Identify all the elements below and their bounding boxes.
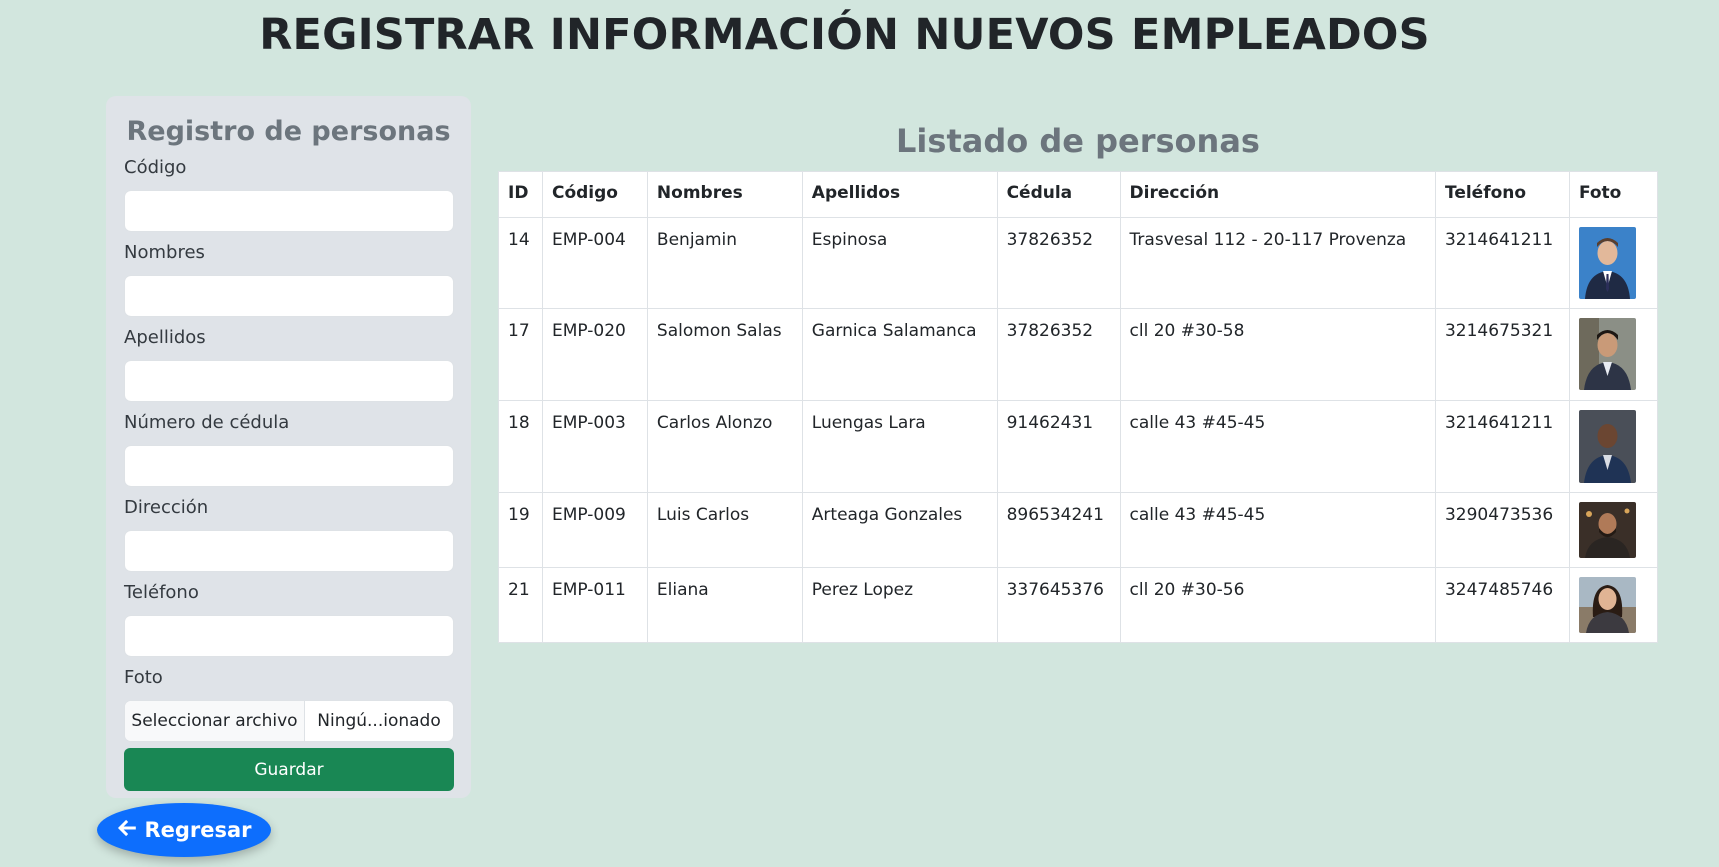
employee-photo [1578,410,1636,483]
cell-foto [1568,308,1659,401]
table-row: 14 EMP-004 Benjamin Espinosa 37826352 Tr… [498,217,1659,309]
direccion-input[interactable] [124,530,454,572]
cedula-label: Número de cédula [124,412,290,433]
form-title: Registro de personas [126,116,451,147]
cell-foto [1568,400,1659,493]
cell-nombres: Luis Carlos [646,492,803,568]
cell-telefono: 3214675321 [1434,308,1570,401]
employee-photo [1578,577,1636,633]
cell-codigo: EMP-009 [541,492,648,568]
column-header-telefono: Teléfono [1434,171,1570,218]
arrow-left-icon [116,817,138,844]
cell-apellidos: Arteaga Gonzales [801,492,998,568]
table-row: 18 EMP-003 Carlos Alonzo Luengas Lara 91… [498,400,1659,493]
cell-cedula: 896534241 [996,492,1121,568]
cedula-input[interactable] [124,445,454,487]
column-header-nombres: Nombres [646,171,803,218]
cell-apellidos: Garnica Salamanca [801,308,998,401]
save-button[interactable]: Guardar [124,748,454,791]
cell-foto [1568,492,1659,568]
cell-cedula: 37826352 [996,308,1121,401]
cell-id: 21 [498,567,543,643]
cell-direccion: cll 20 #30-56 [1119,567,1436,643]
cell-nombres: Salomon Salas [646,308,803,401]
apellidos-label: Apellidos [124,327,206,348]
cell-id: 14 [498,217,543,309]
column-header-foto: Foto [1568,171,1659,218]
registration-form: Registro de personas Código Nombres Apel… [106,96,471,798]
table-row: 19 EMP-009 Luis Carlos Arteaga Gonzales … [498,492,1659,568]
employee-photo [1578,227,1636,299]
employee-photo [1578,502,1636,558]
column-header-cedula: Cédula [996,171,1121,218]
cell-cedula: 37826352 [996,217,1121,309]
table-header-row: ID Código Nombres Apellidos Cédula Direc… [498,171,1659,218]
column-header-direccion: Dirección [1119,171,1436,218]
cell-codigo: EMP-020 [541,308,648,401]
column-header-codigo: Código [541,171,648,218]
cell-cedula: 91462431 [996,400,1121,493]
cell-telefono: 3214641211 [1434,217,1570,309]
cell-apellidos: Luengas Lara [801,400,998,493]
file-status: Ningú...ionado [317,711,441,731]
column-header-id: ID [498,171,543,218]
cell-nombres: Eliana [646,567,803,643]
cell-nombres: Benjamin [646,217,803,309]
page-title: REGISTRAR INFORMACIÓN NUEVOS EMPLEADOS [259,10,1430,60]
employee-photo [1578,318,1636,390]
nombres-input[interactable] [124,275,454,317]
cell-nombres: Carlos Alonzo [646,400,803,493]
cell-cedula: 337645376 [996,567,1121,643]
cell-codigo: EMP-003 [541,400,648,493]
cell-telefono: 3290473536 [1434,492,1570,568]
telefono-input[interactable] [124,615,454,657]
table-row: 21 EMP-011 Eliana Perez Lopez 337645376 … [498,567,1659,643]
nombres-label: Nombres [124,242,205,263]
cell-foto [1568,217,1659,309]
cell-foto [1568,567,1659,643]
back-button-label: Regresar [144,818,252,842]
cell-telefono: 3214641211 [1434,400,1570,493]
column-header-apellidos: Apellidos [801,171,998,218]
photo-file-input[interactable]: Seleccionar archivo Ningú...ionado [124,700,454,742]
cell-telefono: 3247485746 [1434,567,1570,643]
direccion-label: Dirección [124,497,209,518]
telefono-label: Teléfono [124,582,199,603]
cell-codigo: EMP-004 [541,217,648,309]
back-button[interactable]: Regresar [97,803,271,857]
foto-label: Foto [124,667,163,688]
list-title: Listado de personas [896,122,1260,160]
cell-direccion: calle 43 #45-45 [1119,400,1436,493]
cell-id: 19 [498,492,543,568]
cell-apellidos: Espinosa [801,217,998,309]
cell-direccion: calle 43 #45-45 [1119,492,1436,568]
codigo-label: Código [124,157,187,178]
select-file-button[interactable]: Seleccionar archivo [125,701,305,741]
table-row: 17 EMP-020 Salomon Salas Garnica Salaman… [498,308,1659,401]
apellidos-input[interactable] [124,360,454,402]
people-table: ID Código Nombres Apellidos Cédula Direc… [498,171,1659,643]
cell-direccion: Trasvesal 112 - 20-117 Provenza [1119,217,1436,309]
cell-codigo: EMP-011 [541,567,648,643]
cell-direccion: cll 20 #30-58 [1119,308,1436,401]
cell-id: 17 [498,308,543,401]
cell-apellidos: Perez Lopez [801,567,998,643]
codigo-input[interactable] [124,190,454,232]
cell-id: 18 [498,400,543,493]
